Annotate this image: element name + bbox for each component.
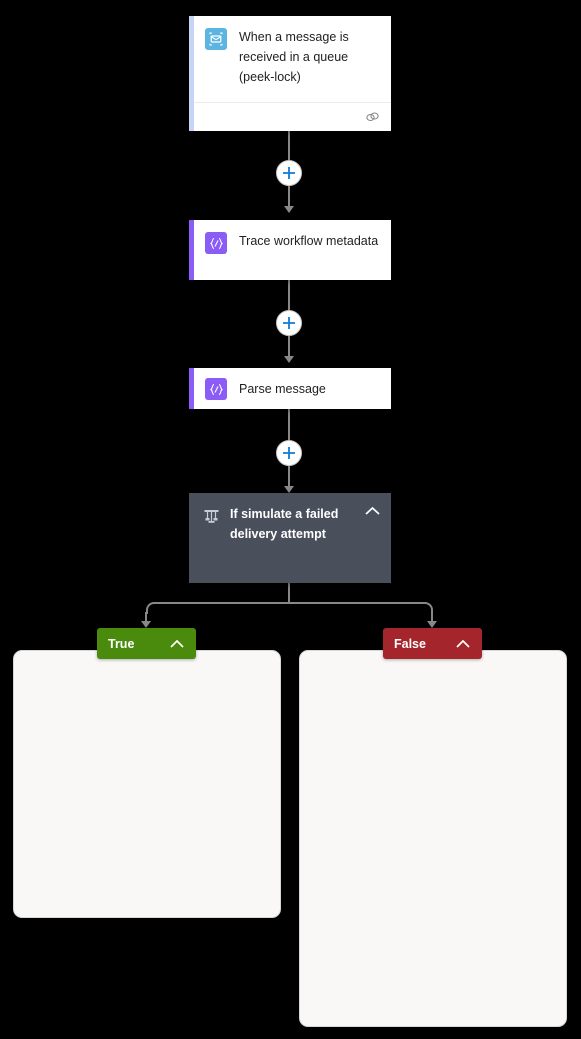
false-branch-label: False <box>394 636 426 651</box>
connector-add-to-trace <box>288 186 290 208</box>
connector-parse-to-add <box>288 409 290 440</box>
add-after-trigger-button[interactable] <box>276 160 302 186</box>
connector-add-to-parse <box>288 336 290 358</box>
add-after-trace-button[interactable] <box>276 310 302 336</box>
node-trace-title: Trace workflow metadata <box>239 234 379 248</box>
arrow-to-false-chip <box>427 621 437 628</box>
chevron-up-icon[interactable] <box>455 639 471 649</box>
node-parse-title: Parse message <box>239 381 326 396</box>
link-icon[interactable] <box>365 111 380 123</box>
true-branch-header[interactable]: True <box>97 628 196 659</box>
node-parse-message[interactable]: Parse message <box>189 368 391 409</box>
workflow-canvas: True Switch to simulate a failed deliver… <box>0 0 581 1039</box>
false-branch-container <box>299 650 567 1027</box>
compose-braces-icon <box>205 378 227 400</box>
node-parse-accent-bar <box>189 368 194 409</box>
arrow-to-true-chip <box>141 621 151 628</box>
node-trace-workflow-metadata[interactable]: Trace workflow metadata <box>189 220 391 280</box>
node-trigger-service-bus[interactable]: When a message is received in a queue (p… <box>189 16 391 131</box>
arrow-to-parse <box>284 356 294 363</box>
plus-icon <box>283 167 295 179</box>
true-branch-container <box>13 650 281 918</box>
plus-icon <box>283 447 295 459</box>
connector-split-right-corner <box>288 602 433 614</box>
node-condition-body: If simulate a failed delivery attempt <box>189 493 391 583</box>
node-condition-title: If simulate a failed delivery attempt <box>230 507 339 541</box>
node-trigger-footer <box>189 102 391 131</box>
chevron-up-icon-glyph <box>365 506 380 515</box>
connector-trace-to-add <box>288 280 290 310</box>
arrow-to-condition <box>284 486 294 493</box>
compose-braces-icon-glyph <box>209 383 223 395</box>
service-bus-queue-icon <box>205 28 227 50</box>
node-trace-body: Trace workflow metadata <box>189 220 391 280</box>
compose-braces-icon-glyph <box>209 237 223 249</box>
link-icon-glyph <box>366 112 379 122</box>
connector-add-to-condition <box>288 466 290 488</box>
node-condition[interactable]: If simulate a failed delivery attempt <box>189 493 391 583</box>
service-bus-queue-icon-glyph <box>209 32 223 46</box>
connector-condition-split-stem <box>288 583 290 603</box>
node-trigger-body: When a message is received in a queue (p… <box>189 16 391 102</box>
condition-scales-icon <box>201 505 221 527</box>
add-after-parse-button[interactable] <box>276 440 302 466</box>
node-trigger-title: When a message is received in a queue (p… <box>239 30 349 84</box>
connector-split-left-corner <box>146 602 290 614</box>
chevron-up-icon[interactable] <box>364 506 381 516</box>
plus-icon <box>283 317 295 329</box>
true-branch-label: True <box>108 636 135 651</box>
chevron-up-icon[interactable] <box>169 639 185 649</box>
connector-trigger-to-add <box>288 131 290 160</box>
node-trace-accent-bar <box>189 220 194 280</box>
condition-scales-icon-glyph <box>204 509 218 523</box>
node-trigger-accent-bar <box>189 16 194 131</box>
compose-braces-icon <box>205 232 227 254</box>
false-branch-header[interactable]: False <box>383 628 482 659</box>
node-parse-body: Parse message <box>189 368 391 409</box>
arrow-to-trace <box>284 206 294 213</box>
